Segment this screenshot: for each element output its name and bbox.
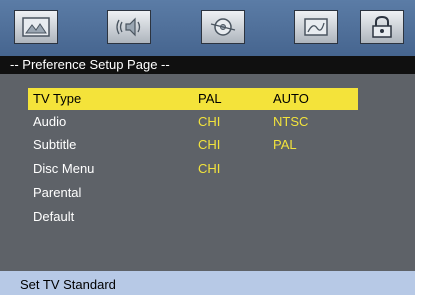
option-pal[interactable]: PAL [273, 137, 297, 152]
page-title: -- Preference Setup Page -- [10, 57, 170, 72]
page-title-bar: -- Preference Setup Page -- [0, 56, 415, 74]
menu-row-value: CHI [198, 137, 221, 152]
setup-menu-window: -- Preference Setup Page -- TV Type PAL … [0, 0, 415, 295]
menu-row-value: PAL [198, 91, 222, 106]
status-text: Set TV Standard [20, 277, 116, 292]
menu-row-default[interactable]: Default [28, 206, 358, 228]
menu-row-label: Subtitle [33, 137, 77, 152]
menu-row-subtitle[interactable]: Subtitle CHI PAL [28, 134, 358, 156]
option-ntsc[interactable]: NTSC [273, 114, 308, 129]
video-setup-icon[interactable] [201, 10, 245, 44]
status-bar: Set TV Standard [0, 271, 415, 295]
audio-setup-icon[interactable] [107, 10, 151, 44]
menu-row-label: Default [33, 209, 75, 224]
menu-row-label: Audio [33, 114, 67, 129]
menu-row-tv-type[interactable]: TV Type PAL AUTO [28, 88, 358, 110]
menu-row-label: Parental [33, 185, 82, 200]
menu-row-value: CHI [198, 161, 221, 176]
password-setup-icon[interactable] [360, 10, 404, 44]
menu-row-label: TV Type [33, 91, 82, 106]
menu-row-parental[interactable]: Parental [28, 182, 358, 204]
setup-category-toolbar [0, 0, 415, 56]
preference-setup-icon[interactable] [294, 10, 338, 44]
menu-row-value: CHI [198, 114, 221, 129]
menu-row-audio[interactable]: Audio CHI NTSC [28, 111, 358, 133]
menu-row-disc-menu[interactable]: Disc Menu CHI [28, 158, 358, 180]
general-setup-icon[interactable] [14, 10, 58, 44]
option-auto[interactable]: AUTO [273, 91, 309, 106]
menu-row-label: Disc Menu [33, 161, 95, 176]
